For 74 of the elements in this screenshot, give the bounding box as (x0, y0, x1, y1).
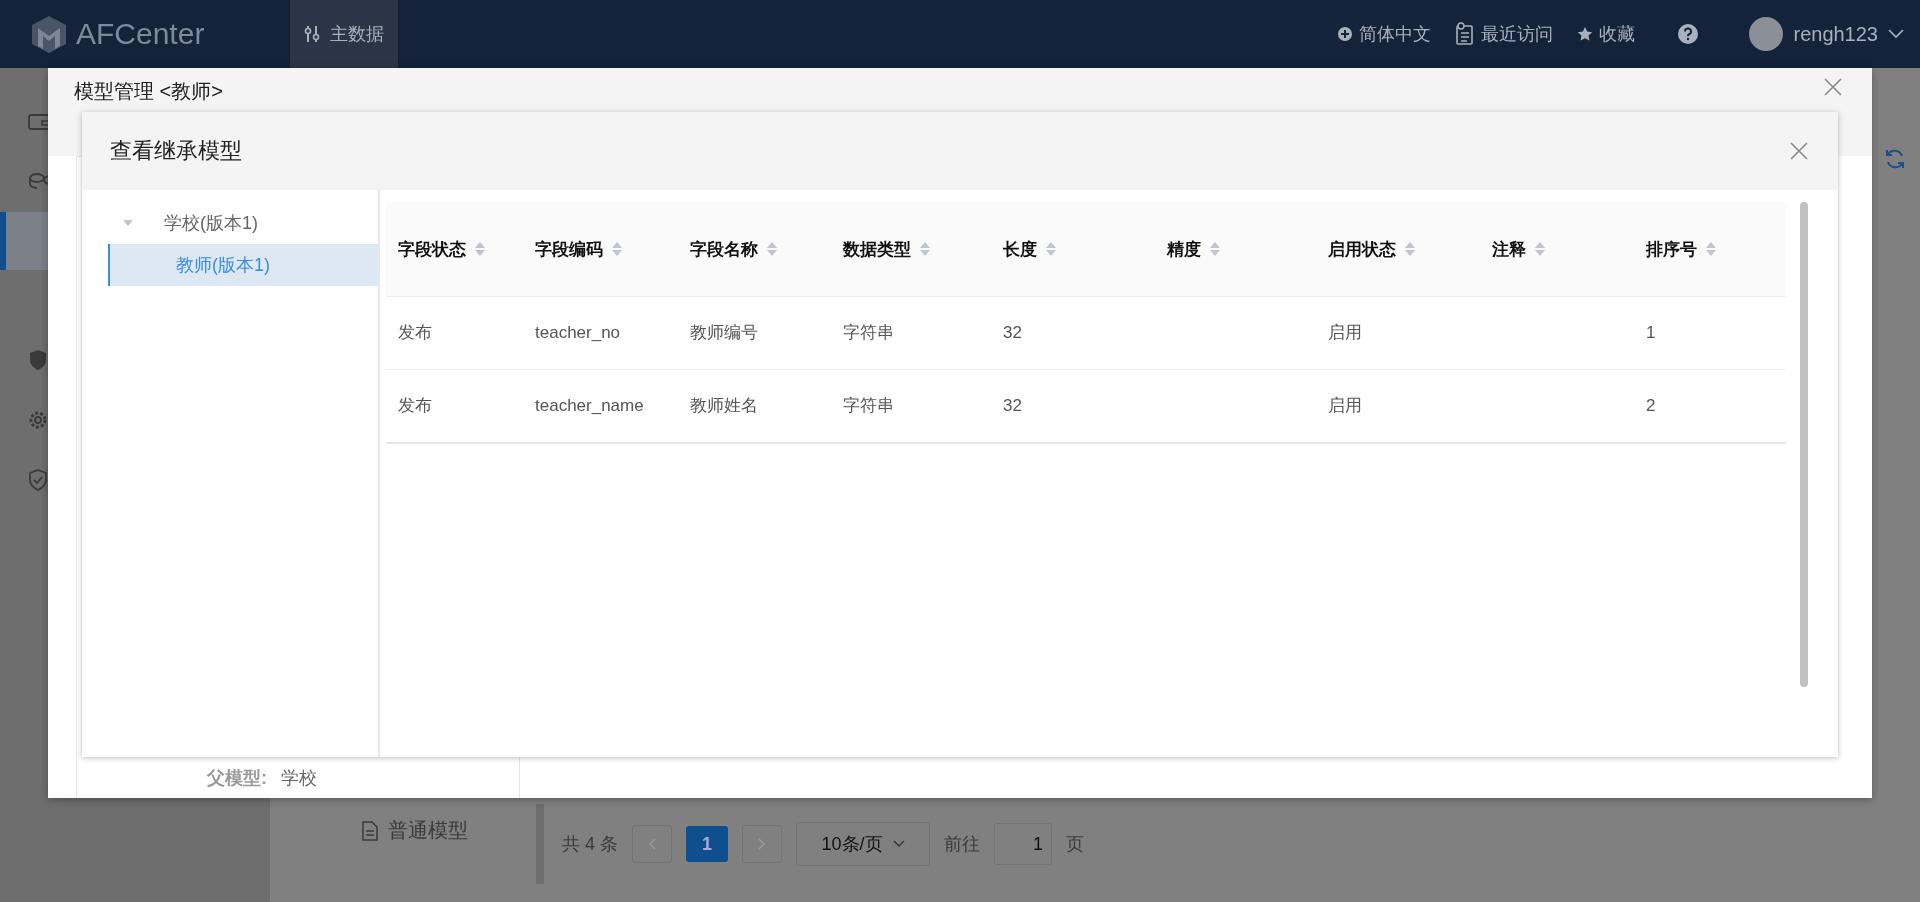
tools-icon (304, 25, 320, 43)
sort-icon[interactable] (919, 241, 931, 257)
wallet-icon[interactable] (28, 113, 50, 131)
sort-icon[interactable] (1705, 241, 1717, 257)
table-cell: 发布 (398, 323, 432, 343)
coins-icon[interactable] (28, 172, 50, 192)
sort-icon[interactable] (766, 241, 778, 257)
close-icon[interactable] (1824, 78, 1842, 96)
goto-label: 前往 (944, 833, 980, 856)
table-cell: teacher_no (535, 323, 621, 343)
model-type-item[interactable]: 普通模型 (388, 817, 468, 844)
user-name[interactable]: rengh123 (1793, 22, 1878, 46)
close-icon[interactable] (1790, 142, 1808, 160)
total-count: 共 4 条 (562, 833, 618, 856)
dialog-title: 查看继承模型 (110, 137, 242, 165)
table-cell: 教师姓名 (690, 396, 758, 416)
sort-icon[interactable] (1534, 241, 1546, 257)
page-number[interactable]: 1 (686, 826, 728, 862)
chevron-down-icon[interactable] (1888, 29, 1904, 39)
column-header: 长度 (1003, 238, 1037, 261)
table-cell: 字符串 (843, 396, 894, 416)
table-cell: 32 (1003, 396, 1022, 416)
language-link[interactable]: 简体中文 (1337, 22, 1432, 46)
column-header: 注释 (1492, 238, 1526, 261)
gear-icon[interactable] (28, 410, 48, 430)
nav-tab[interactable]: 主数据 (290, 0, 398, 68)
column-header: 字段编码 (535, 238, 603, 261)
table-cell: 教师编号 (690, 323, 758, 343)
app-logo: AFCenter (76, 17, 205, 51)
table-cell: 启用 (1328, 396, 1362, 416)
table-cell: 启用 (1328, 323, 1362, 343)
prev-page-button[interactable] (632, 825, 672, 863)
page-size-select[interactable]: 10条/页 (796, 822, 930, 866)
shield-check-icon[interactable] (28, 469, 48, 491)
scrollbar-thumb[interactable] (1800, 202, 1808, 687)
refresh-icon[interactable] (1884, 148, 1906, 170)
sort-icon[interactable] (474, 241, 486, 257)
recent-link[interactable]: 最近访问 (1455, 22, 1554, 46)
table-cell: 32 (1003, 323, 1022, 343)
caret-icon[interactable] (122, 219, 134, 227)
table-cell: 2 (1646, 396, 1656, 416)
next-page-button[interactable] (742, 825, 782, 863)
table-cell: teacher_name (535, 396, 644, 416)
goto-page-field[interactable]: 1 (994, 823, 1052, 865)
sort-icon[interactable] (1404, 241, 1416, 257)
table-cell: 发布 (398, 396, 432, 416)
field-value: 学校 (281, 767, 317, 790)
column-header: 字段状态 (398, 238, 466, 261)
column-header: 启用状态 (1328, 238, 1396, 261)
chevron-right-icon (758, 838, 766, 850)
column-header: 排序号 (1646, 238, 1697, 261)
field-label: 父模型: (207, 767, 267, 790)
help-icon[interactable] (1677, 23, 1700, 45)
sort-icon[interactable] (611, 241, 623, 257)
cube-logo-icon (30, 14, 68, 54)
column-header: 数据类型 (843, 238, 911, 261)
sort-icon[interactable] (1045, 241, 1057, 257)
column-header: 精度 (1167, 238, 1201, 261)
table-cell: 1 (1646, 323, 1656, 343)
chevron-down-icon (892, 840, 905, 848)
star-icon (1577, 26, 1594, 42)
avatar-icon[interactable] (1749, 17, 1784, 51)
column-header: 字段名称 (690, 238, 758, 261)
tree-node[interactable]: 学校(版本1) (82, 202, 378, 244)
favorites-link[interactable]: 收藏 (1577, 22, 1636, 46)
page-suffix: 页 (1066, 833, 1084, 856)
table-cell: 字符串 (843, 323, 894, 343)
sort-icon[interactable] (1209, 241, 1221, 257)
plus-circle-icon (1337, 26, 1354, 42)
document-icon (362, 820, 378, 841)
clipboard-icon (1455, 22, 1476, 46)
shield-icon[interactable] (28, 349, 48, 371)
dialog-title: 模型管理 <教师> (74, 79, 223, 104)
chevron-left-icon (648, 838, 656, 850)
